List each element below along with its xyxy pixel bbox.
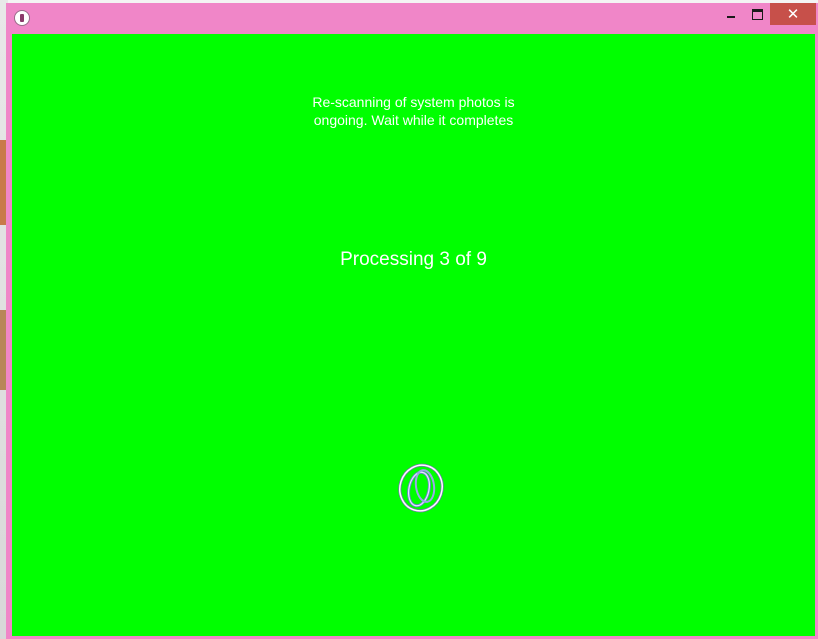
minimize-icon — [727, 16, 735, 18]
progress-label: Processing 3 of 9 — [340, 249, 487, 270]
close-button[interactable]: ✕ — [770, 3, 816, 25]
title-bar[interactable]: ✕ — [6, 3, 818, 33]
app-window: ✕ Re-scanning of system photos is ongoin… — [6, 3, 818, 639]
status-message: Re-scanning of system photos is ongoing.… — [12, 93, 815, 129]
maximize-button[interactable] — [744, 3, 770, 25]
close-icon: ✕ — [786, 4, 800, 23]
maximize-icon — [751, 8, 763, 20]
loading-spinner-icon — [398, 463, 444, 513]
app-icon[interactable] — [14, 10, 30, 26]
status-message-line: Re-scanning of system photos is — [312, 94, 515, 110]
status-message-line: ongoing. Wait while it completes — [313, 112, 514, 128]
app-icon-glyph — [20, 14, 24, 22]
minimize-button[interactable] — [718, 3, 744, 25]
content-area: Re-scanning of system photos is ongoing.… — [12, 34, 815, 636]
